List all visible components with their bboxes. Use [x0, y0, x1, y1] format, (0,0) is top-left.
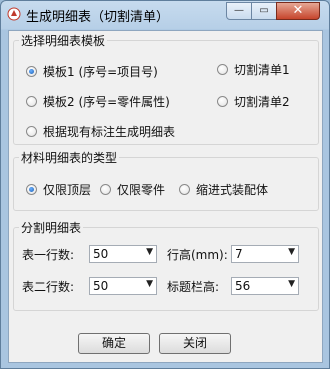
radio-label: 切割清单2	[234, 95, 290, 109]
template-group: 选择明细表模板 模板1 (序号=项目号) 切割清单1 模板2 (序号=零件属性)…	[13, 32, 319, 145]
table2-rows-combo[interactable]: 50 ▼	[89, 277, 157, 295]
radio-template-1[interactable]: 模板1 (序号=项目号)	[26, 63, 158, 80]
radio-indicator[interactable]	[26, 66, 37, 77]
radio-label: 缩进式装配体	[196, 183, 269, 197]
chevron-down-icon[interactable]: ▼	[288, 279, 295, 289]
split-table-group-title: 分割明细表	[19, 219, 84, 236]
minimize-button[interactable]: —	[226, 2, 252, 20]
radio-indicator[interactable]	[217, 96, 228, 107]
radio-template-2[interactable]: 模板2 (序号=零件属性)	[26, 93, 170, 110]
radio-indicator[interactable]	[100, 184, 111, 195]
radio-label: 模板1 (序号=项目号)	[43, 65, 158, 79]
maximize-button[interactable]: ▭	[251, 2, 277, 20]
table1-rows-label: 表一行数:	[22, 248, 75, 262]
close-button[interactable]: 关闭	[159, 333, 231, 354]
template-group-title: 选择明细表模板	[19, 32, 108, 49]
table2-rows-label: 表二行数:	[22, 280, 75, 294]
radio-label: 模板2 (序号=零件属性)	[43, 95, 170, 109]
title-bar-height-combo[interactable]: 56 ▼	[231, 277, 299, 295]
window-title: 生成明细表（切割清单）	[26, 10, 170, 25]
radio-indicator[interactable]	[26, 96, 37, 107]
chevron-down-icon[interactable]: ▼	[146, 247, 153, 257]
ok-button[interactable]: 确定	[78, 333, 150, 354]
chevron-down-icon[interactable]: ▼	[146, 279, 153, 289]
row-height-combo[interactable]: 7 ▼	[231, 245, 299, 263]
dialog-client-area: 选择明细表模板 模板1 (序号=项目号) 切割清单1 模板2 (序号=零件属性)…	[8, 30, 323, 363]
row-height-label: 行高(mm):	[167, 248, 228, 262]
radio-indented-assembly[interactable]: 缩进式装配体	[179, 181, 268, 198]
chevron-down-icon[interactable]: ▼	[288, 247, 295, 257]
table1-rows-value: 50	[93, 247, 109, 261]
radio-label: 仅限顶层	[43, 183, 92, 197]
radio-label: 仅限零件	[117, 183, 166, 197]
radio-indicator[interactable]	[26, 126, 37, 137]
radio-indicator[interactable]	[179, 184, 190, 195]
split-table-group: 分割明细表 表一行数: 50 ▼ 行高(mm): 7 ▼ 表二行数: 50 ▼ …	[13, 219, 319, 311]
bom-type-group: 材料明细表的类型 仅限顶层 仅限零件 缩进式装配体	[13, 149, 319, 211]
dialog-window: 生成明细表（切割清单） — ▭ ✕ 选择明细表模板 模板1 (序号=项目号) 切…	[0, 0, 330, 369]
table1-rows-combo[interactable]: 50 ▼	[89, 245, 157, 263]
radio-parts-only[interactable]: 仅限零件	[100, 181, 165, 198]
radio-from-annotations[interactable]: 根据现有标注生成明细表	[26, 123, 175, 140]
radio-top-level-only[interactable]: 仅限顶层	[26, 181, 91, 198]
close-window-button[interactable]: ✕	[276, 2, 320, 20]
radio-indicator[interactable]	[217, 64, 228, 75]
title-bar-height-value: 56	[235, 279, 251, 293]
radio-label: 根据现有标注生成明细表	[43, 125, 176, 139]
radio-cut-list-2[interactable]: 切割清单2	[217, 93, 290, 110]
radio-cut-list-1[interactable]: 切割清单1	[217, 61, 290, 78]
table2-rows-value: 50	[93, 279, 109, 293]
radio-label: 切割清单1	[234, 63, 290, 77]
bom-type-group-title: 材料明细表的类型	[19, 149, 120, 166]
title-bar-height-label: 标题栏高:	[167, 280, 220, 294]
app-logo-icon	[7, 7, 21, 21]
row-height-value: 7	[235, 247, 243, 261]
radio-indicator[interactable]	[26, 184, 37, 195]
title-bar[interactable]: 生成明细表（切割清单） — ▭ ✕	[1, 1, 329, 28]
